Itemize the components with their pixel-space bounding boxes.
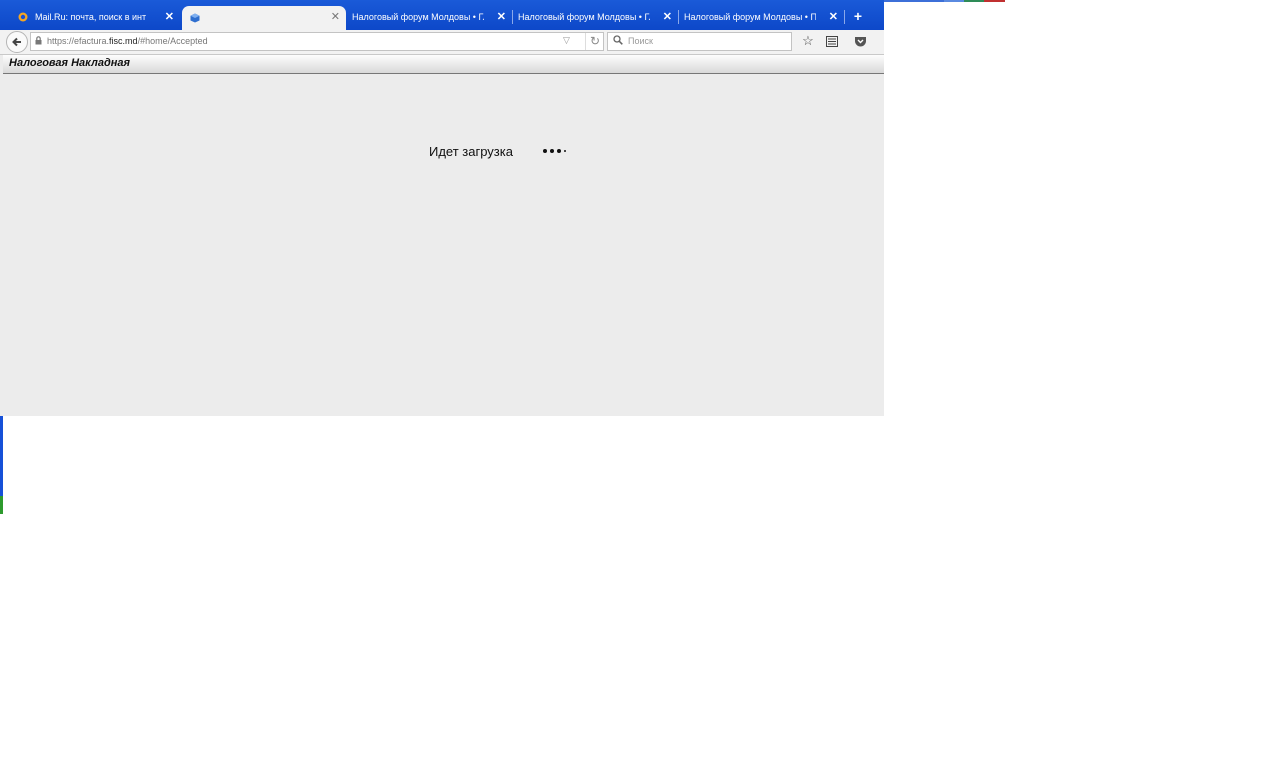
- back-button[interactable]: [6, 31, 28, 53]
- loading-spinner: [543, 149, 566, 153]
- close-tab-icon[interactable]: ✕: [829, 10, 838, 24]
- reload-icon[interactable]: ↻: [585, 33, 600, 50]
- tab-strip: Mail.Ru: почта, поиск в инт ✕ ✕ Налоговы…: [0, 0, 884, 30]
- bookmark-star-icon[interactable]: ☆: [800, 33, 816, 49]
- tab-forum-2[interactable]: Налоговый форум Молдовы • Гл ✕: [518, 6, 676, 28]
- spinner-dot: [550, 149, 554, 153]
- tab-forum-1[interactable]: Налоговый форум Молдовы • Гл ✕: [352, 6, 510, 28]
- spinner-dot: [543, 149, 547, 153]
- navigation-bar: https://efactura.fisc.md/#home/Accepted …: [0, 30, 884, 55]
- box-icon: [190, 13, 200, 23]
- tab-efactura[interactable]: ✕: [182, 6, 346, 30]
- loading-text: Идет загрузка: [429, 144, 513, 159]
- new-tab-button[interactable]: +: [848, 7, 868, 25]
- lock-icon: [35, 36, 42, 45]
- page-content: Идет загрузка: [3, 74, 884, 416]
- tab-label: Налоговый форум Молдовы • Гл: [518, 12, 650, 22]
- search-placeholder: Поиск: [628, 36, 653, 46]
- url-text: https://efactura.fisc.md/#home/Accepted: [47, 36, 208, 46]
- tab-separator: [512, 10, 513, 24]
- tab-mailru[interactable]: Mail.Ru: почта, поиск в инт ✕: [18, 6, 178, 28]
- dropdown-arrow-icon[interactable]: ▽: [563, 35, 570, 46]
- search-icon: [613, 35, 623, 48]
- tab-label: Mail.Ru: почта, поиск в инт: [35, 12, 147, 22]
- browser-window: Mail.Ru: почта, поиск в инт ✕ ✕ Налоговы…: [0, 0, 884, 416]
- url-bar[interactable]: https://efactura.fisc.md/#home/Accepted …: [30, 32, 604, 51]
- tab-separator: [844, 10, 845, 24]
- mailru-icon: [18, 12, 28, 22]
- tab-label: Налоговый форум Молдовы • Гл: [352, 12, 484, 22]
- tab-label: Налоговый форум Молдовы • Пр: [684, 12, 816, 22]
- close-tab-icon[interactable]: ✕: [663, 10, 672, 24]
- close-tab-icon[interactable]: ✕: [165, 10, 174, 24]
- url-host: fisc.md: [109, 36, 138, 46]
- url-prefix: https://efactura.: [47, 36, 110, 46]
- taskbar-strip: [884, 0, 1005, 2]
- arrow-left-icon: [12, 37, 21, 47]
- close-tab-icon[interactable]: ✕: [497, 10, 506, 24]
- window-edge-accent: [0, 496, 3, 514]
- tab-separator: [678, 10, 679, 24]
- close-tab-icon[interactable]: ✕: [331, 10, 340, 24]
- spinner-dot: [564, 150, 566, 152]
- bookmarks-menu-icon[interactable]: [824, 33, 840, 49]
- page-title: Налоговая Накладная: [9, 57, 130, 69]
- search-input[interactable]: Поиск: [607, 32, 792, 51]
- pocket-icon[interactable]: [852, 33, 868, 49]
- page-header: Налоговая Накладная: [3, 55, 884, 74]
- tab-forum-3[interactable]: Налоговый форум Молдовы • Пр ✕: [684, 6, 842, 28]
- spinner-dot: [557, 149, 561, 153]
- url-suffix: /#home/Accepted: [137, 36, 208, 46]
